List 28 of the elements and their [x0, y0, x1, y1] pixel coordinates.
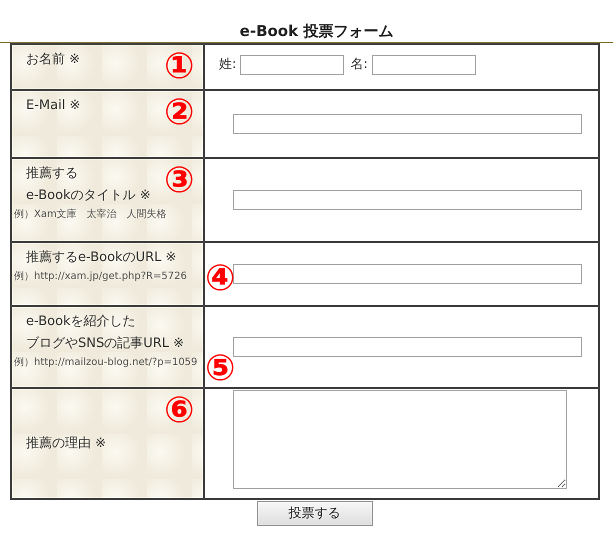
- text-field[interactable]: [233, 337, 582, 357]
- field-label: e-Bookのタイトル ※: [26, 187, 151, 205]
- example-text: 例）Xam文庫 太宰治 人間失格: [14, 208, 167, 222]
- circled-number: ⑤: [205, 351, 236, 387]
- circled-number: ①: [164, 49, 194, 85]
- field-label: e-Bookを紹介した: [26, 313, 136, 331]
- circled-number: ④: [205, 261, 236, 297]
- form-title: e-Book 投票フォーム: [0, 20, 613, 43]
- field-label: 推薦の理由 ※: [26, 434, 106, 452]
- example-text: 例）http://xam.jp/get.php?R=5726: [14, 270, 187, 284]
- circled-number: ⑥: [164, 393, 194, 429]
- field-label: 姓:: [219, 56, 236, 74]
- text-area[interactable]: [233, 390, 567, 489]
- circled-number: ③: [164, 163, 194, 199]
- text-field[interactable]: [372, 55, 476, 75]
- field-label: 推薦するe-BookのURL ※: [26, 249, 176, 267]
- field-label: ブログやSNSの記事URL ※: [26, 335, 184, 353]
- field-label: 名:: [350, 56, 368, 74]
- submit-button[interactable]: 投票する: [256, 501, 372, 526]
- field-label: 推薦する: [26, 165, 78, 183]
- example-text: 例）http://mailzou-blog.net/?p=1059: [14, 356, 198, 370]
- text-field[interactable]: [240, 55, 344, 75]
- circled-number: ②: [164, 95, 194, 131]
- text-field[interactable]: [233, 190, 582, 210]
- text-field[interactable]: [233, 114, 582, 134]
- field-label: お名前 ※: [26, 51, 80, 69]
- text-field[interactable]: [233, 264, 582, 284]
- field-label: E-Mail ※: [26, 97, 80, 115]
